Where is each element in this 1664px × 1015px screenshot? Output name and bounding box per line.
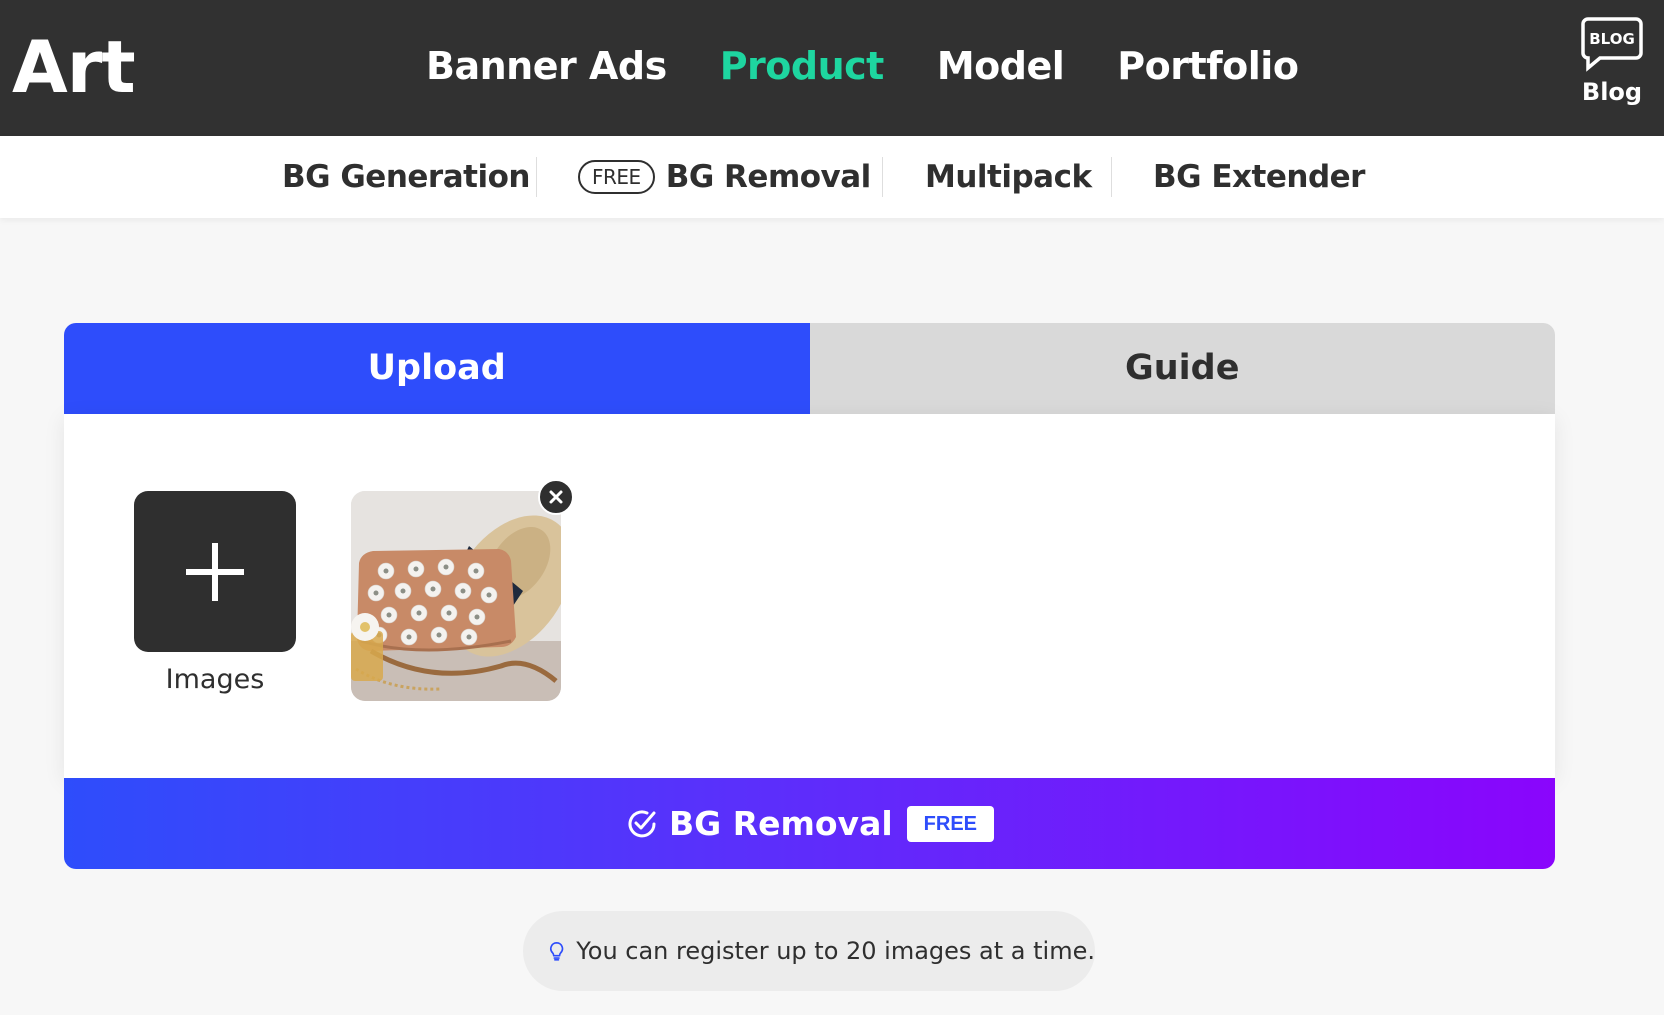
bg-removal-submit-button[interactable]: BG Removal FREE [64,778,1555,869]
add-images-button[interactable] [134,491,296,652]
subnav-divider [1111,157,1112,197]
tab-upload[interactable]: Upload [64,323,810,414]
subnav-item-bg-extender[interactable]: BG Extender [1153,136,1365,218]
plus-icon [212,543,218,601]
upload-tip: You can register up to 20 images at a ti… [523,911,1095,991]
close-icon [549,490,563,504]
logo[interactable]: Art [12,22,136,112]
free-badge: FREE [578,160,655,194]
tab-guide[interactable]: Guide [809,323,1555,414]
nav-item-product[interactable]: Product [720,40,885,92]
subnav-item-bg-removal[interactable]: FREE BG Removal [577,136,871,218]
subnav-divider [536,157,537,197]
subnav-item-multipack[interactable]: Multipack [925,136,1092,218]
subnav-item-label: BG Removal [577,159,871,201]
add-images-label: Images [165,664,265,695]
nav-item-portfolio[interactable]: Portfolio [1117,40,1299,92]
blog-icon-text: BLOG [1589,30,1635,48]
remove-image-button[interactable] [538,479,574,515]
blog-label: Blog [1581,78,1643,106]
main-nav: Banner Ads Product Model Portfolio [426,40,1351,92]
upload-panel: Images [64,414,1555,778]
subnav-divider [882,157,883,197]
speech-bubble-icon: BLOG [1581,17,1643,72]
product-photo-handbag [351,491,561,701]
cta-free-badge: FREE [906,805,994,842]
blog-link[interactable]: BLOG Blog [1572,16,1652,106]
top-bar: Art Banner Ads Product Model Portfolio B… [0,0,1664,136]
tip-text: You can register up to 20 images at a ti… [576,937,1095,965]
check-circle-icon [628,809,656,837]
upload-guide-tabs: Upload Guide [64,323,1555,414]
sub-nav: BG Generation FREE BG Removal Multipack … [0,136,1664,218]
uploaded-image-thumbnail[interactable] [351,491,561,701]
lightbulb-icon [550,941,564,961]
cta-label: BG Removal [668,804,893,843]
nav-item-model[interactable]: Model [937,40,1065,92]
subnav-item-bg-generation[interactable]: BG Generation [282,136,530,218]
nav-item-banner-ads[interactable]: Banner Ads [426,40,667,92]
